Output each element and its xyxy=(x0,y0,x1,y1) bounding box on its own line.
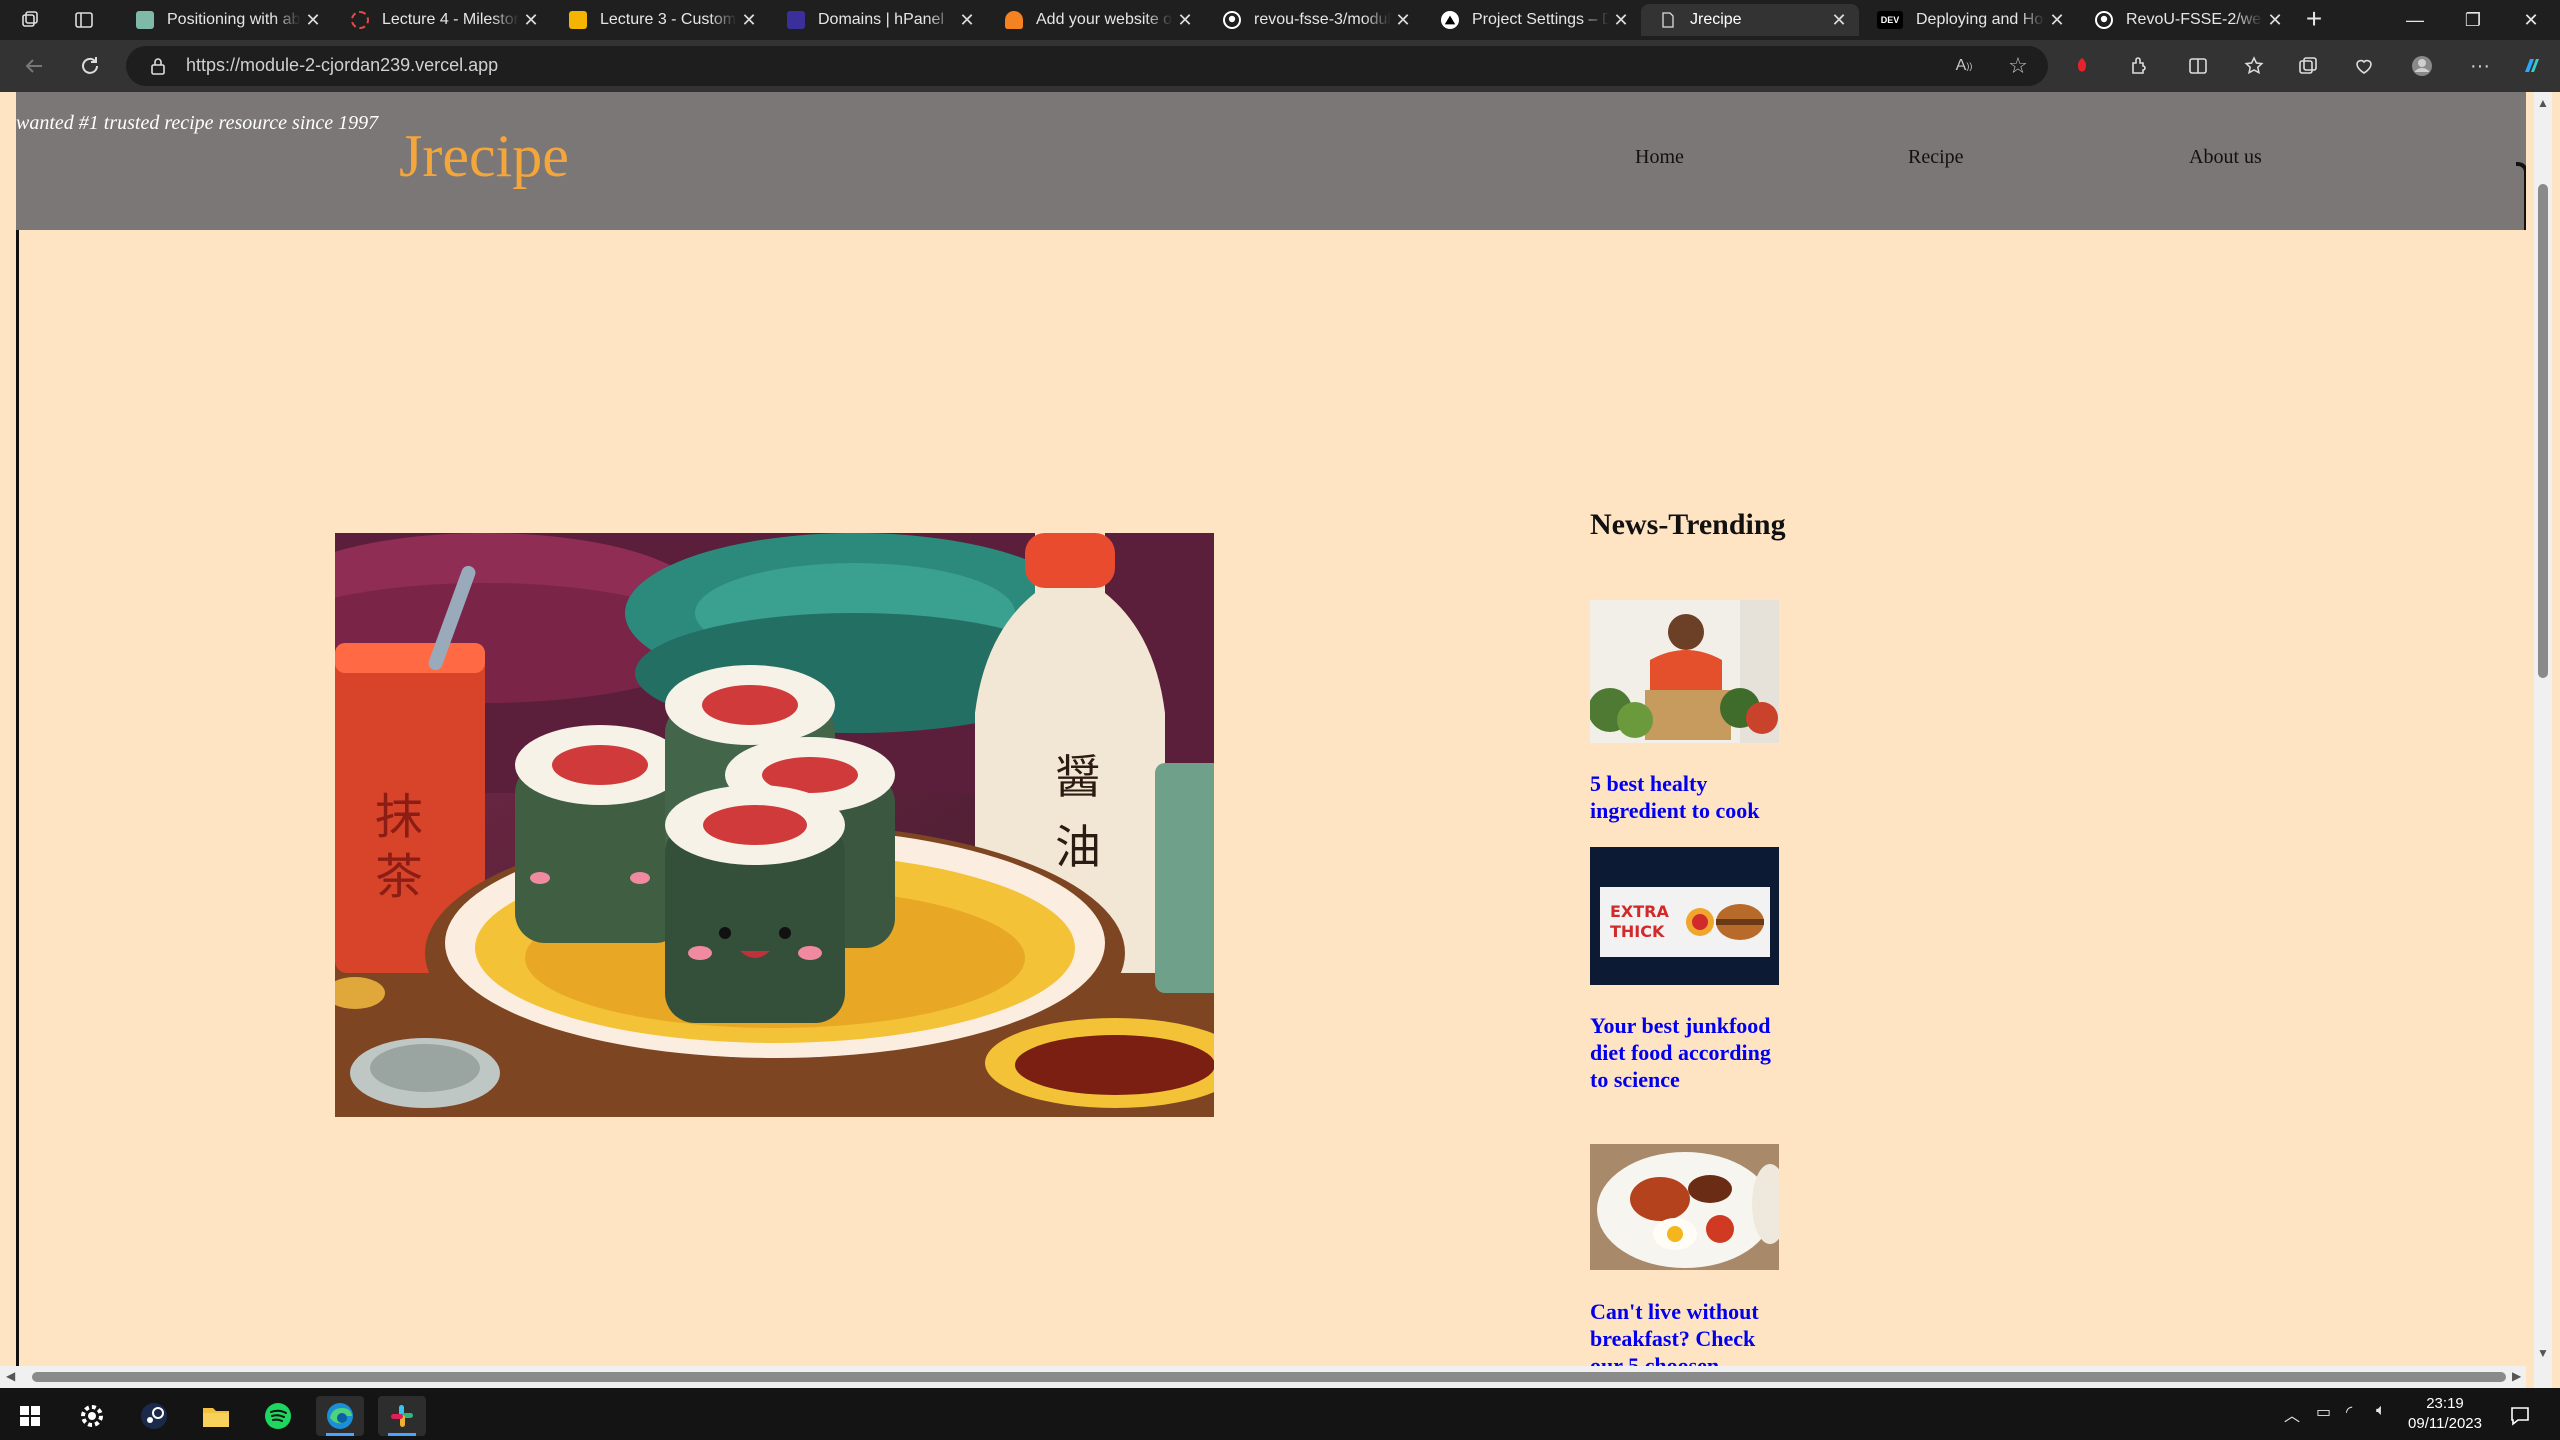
new-tab-button[interactable]: + xyxy=(2300,5,2328,34)
nav-about-us[interactable]: About us xyxy=(2189,146,2262,169)
vercel-icon xyxy=(1441,11,1459,29)
browser-tab[interactable]: Positioning with absolute ✕ xyxy=(118,4,333,36)
close-tab-icon[interactable]: ✕ xyxy=(1173,8,1197,32)
news-image-breakfast[interactable] xyxy=(1590,1144,1779,1270)
wifi-icon[interactable]: ◜ xyxy=(2346,1402,2352,1422)
dev-icon: DEV xyxy=(1877,11,1903,29)
favorite-star-icon[interactable]: ☆ xyxy=(2006,53,2030,78)
browser-tab[interactable]: Domains | hPanel ✕ xyxy=(769,4,987,36)
news-image-burger-billboard[interactable]: EXTRA THICK xyxy=(1590,847,1779,985)
scrollbar-thumb[interactable] xyxy=(2538,184,2548,678)
scroll-left-arrow-icon[interactable]: ◀ xyxy=(6,1369,15,1383)
refresh-button[interactable] xyxy=(74,50,106,82)
github-icon xyxy=(2095,11,2113,29)
browser-tab-strip: Positioning with absolute ✕ Lecture 4 - … xyxy=(0,0,2560,40)
settings-more-icon[interactable]: ··· xyxy=(2464,50,2496,82)
volume-icon[interactable]: 🔈︎ xyxy=(2376,1402,2386,1420)
slack-icon[interactable] xyxy=(378,1396,426,1436)
extension-red-icon[interactable] xyxy=(2066,50,2098,82)
horizontal-scrollbar[interactable]: ◀ ▶ xyxy=(0,1366,2526,1388)
restore-button[interactable]: ❐ xyxy=(2444,0,2502,40)
nav-recipe[interactable]: Recipe xyxy=(1908,146,1964,169)
favorites-icon[interactable] xyxy=(2238,50,2270,82)
browser-essentials-icon[interactable] xyxy=(2348,50,2380,82)
news-trending-heading: News-Trending xyxy=(1590,508,1786,541)
news-image-delivery[interactable] xyxy=(1590,600,1779,743)
news-link-2[interactable]: Your best junkfood diet food according t… xyxy=(1590,1012,1780,1093)
vertical-scrollbar[interactable]: ▲ ▼ xyxy=(2526,92,2560,1388)
close-tab-icon[interactable]: ✕ xyxy=(2045,8,2069,32)
close-tab-icon[interactable]: ✕ xyxy=(519,8,543,32)
mdn-icon xyxy=(136,11,154,29)
copilot-icon[interactable] xyxy=(2516,50,2548,82)
close-tab-icon[interactable]: ✕ xyxy=(737,8,761,32)
extensions-icon[interactable] xyxy=(2122,50,2154,82)
close-tab-icon[interactable]: ✕ xyxy=(2263,8,2287,32)
clock-date: 09/11/2023 xyxy=(2408,1415,2482,1432)
system-clock[interactable]: 23:19 09/11/2023 xyxy=(2400,1394,2490,1434)
scroll-up-arrow-icon[interactable]: ▲ xyxy=(2537,96,2549,110)
settings-icon[interactable] xyxy=(68,1396,116,1436)
close-window-button[interactable]: ✕ xyxy=(2502,0,2560,40)
battery-icon[interactable]: ▭ xyxy=(2316,1402,2331,1422)
back-button[interactable] xyxy=(18,50,50,82)
close-tab-icon[interactable]: ✕ xyxy=(1391,8,1415,32)
news-link-1[interactable]: 5 best healty ingredient to cook xyxy=(1590,770,1780,824)
page-left-border xyxy=(16,230,19,1388)
firebase-icon xyxy=(1005,11,1023,29)
close-tab-icon[interactable]: ✕ xyxy=(301,8,325,32)
split-screen-icon[interactable] xyxy=(2182,50,2214,82)
browser-tab[interactable]: DEV Deploying and Hosting ✕ xyxy=(1859,4,2077,36)
browser-tab-active[interactable]: Jrecipe ✕ xyxy=(1641,4,1859,36)
close-tab-icon[interactable]: ✕ xyxy=(955,8,979,32)
clock-time: 23:19 xyxy=(2426,1395,2464,1412)
steam-icon[interactable] xyxy=(130,1396,178,1436)
workspaces-icon[interactable] xyxy=(18,8,42,32)
site-header: wanted #1 trusted recipe resource since … xyxy=(16,92,2526,230)
collections-icon[interactable] xyxy=(2292,50,2324,82)
tray-chevron-icon[interactable]: ︿ xyxy=(2284,1402,2300,1426)
hostinger-icon xyxy=(787,11,805,29)
edge-icon[interactable] xyxy=(316,1396,364,1436)
notification-center-icon[interactable] xyxy=(2500,1396,2540,1436)
minimize-button[interactable]: — xyxy=(2386,0,2444,40)
scrollbar-thumb[interactable] xyxy=(32,1372,2506,1382)
windows-start-icon[interactable] xyxy=(6,1396,54,1436)
svg-text:THICK: THICK xyxy=(1610,922,1665,941)
scroll-down-arrow-icon[interactable]: ▼ xyxy=(2537,1346,2549,1360)
read-aloud-icon[interactable]: A)) xyxy=(1952,54,1976,78)
scroll-right-arrow-icon[interactable]: ▶ xyxy=(2512,1369,2521,1383)
address-bar[interactable]: https://module-2-cjordan239.vercel.app A… xyxy=(126,46,2048,86)
nav-home[interactable]: Home xyxy=(1635,146,1684,169)
svg-text:油: 油 xyxy=(1055,820,1101,874)
lock-icon[interactable] xyxy=(148,56,168,76)
hero-image-sushi: 抹 茶 醤 油 xyxy=(335,533,1214,1117)
web-page: wanted #1 trusted recipe resource since … xyxy=(0,92,2560,1388)
profile-avatar[interactable] xyxy=(2406,50,2438,82)
svg-text:抹: 抹 xyxy=(375,789,423,845)
github-icon xyxy=(1223,11,1241,29)
svg-text:EXTRA: EXTRA xyxy=(1610,902,1670,921)
close-tab-icon[interactable]: ✕ xyxy=(1827,8,1851,32)
browser-tab[interactable]: Add your website or app ✕ xyxy=(987,4,1205,36)
file-explorer-icon[interactable] xyxy=(192,1396,240,1436)
browser-tab[interactable]: Lecture 3 - Custom Domain ✕ xyxy=(551,4,769,36)
browser-toolbar: https://module-2-cjordan239.vercel.app A… xyxy=(0,40,2560,92)
brand-logo[interactable]: Jrecipe xyxy=(399,122,569,191)
slides-icon xyxy=(569,11,587,29)
browser-tab[interactable]: revou-fsse-3/module-2 ✕ xyxy=(1205,4,1423,36)
browser-tab[interactable]: Lecture 4 - Milestone ✕ xyxy=(333,4,551,36)
tab-actions-icon[interactable] xyxy=(72,8,96,32)
browser-tab[interactable]: RevoU-FSSE-2/week-3 ✕ xyxy=(2077,4,2295,36)
close-tab-icon[interactable]: ✕ xyxy=(1609,8,1633,32)
tagline: wanted #1 trusted recipe resource since … xyxy=(16,112,379,134)
svg-text:茶: 茶 xyxy=(375,849,423,905)
revou-icon xyxy=(351,11,369,29)
svg-text:醤: 醤 xyxy=(1055,750,1101,804)
spotify-icon[interactable] xyxy=(254,1396,302,1436)
url-text[interactable]: https://module-2-cjordan239.vercel.app xyxy=(186,55,498,76)
page-icon xyxy=(1659,11,1677,29)
browser-tab[interactable]: Project Settings – Dashboard ✕ xyxy=(1423,4,1641,36)
windows-taskbar: ︿ ▭ ◜ 🔈︎ 23:19 09/11/2023 xyxy=(0,1388,2560,1440)
